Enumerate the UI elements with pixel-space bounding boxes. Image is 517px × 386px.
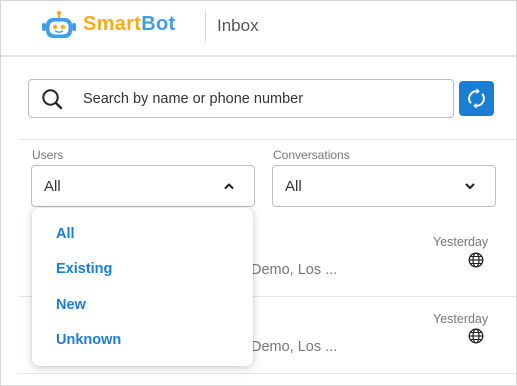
dropdown-option-unknown[interactable]: Unknown bbox=[56, 332, 121, 348]
inbox-window: SmartBot Inbox Users All Conversations A… bbox=[0, 0, 517, 386]
conversation-time: Yesterday bbox=[433, 235, 489, 249]
users-dropdown-menu: All Existing New Unknown bbox=[32, 208, 253, 366]
dropdown-option-new[interactable]: New bbox=[56, 297, 86, 313]
search-input[interactable] bbox=[83, 80, 443, 117]
conversations-filter-select[interactable]: All bbox=[272, 165, 496, 207]
dropdown-option-all[interactable]: All bbox=[56, 226, 75, 242]
conversations-filter-label: Conversations bbox=[273, 148, 350, 162]
brand-name-smart: Smart bbox=[83, 13, 142, 35]
conversations-filter-value: All bbox=[285, 178, 302, 195]
dropdown-option-existing[interactable]: Existing bbox=[56, 261, 112, 277]
search-box[interactable] bbox=[28, 79, 454, 118]
refresh-icon bbox=[468, 88, 485, 109]
row-divider bbox=[18, 373, 516, 374]
search-icon bbox=[42, 89, 63, 110]
chevron-up-icon bbox=[224, 183, 234, 189]
users-filter-value: All bbox=[44, 178, 61, 195]
conversation-snippet: Demo, Los ... bbox=[251, 262, 338, 278]
brand-name-bot: Bot bbox=[141, 13, 176, 35]
header-divider bbox=[205, 10, 206, 42]
globe-icon bbox=[468, 252, 484, 268]
conversation-time: Yesterday bbox=[433, 312, 489, 326]
robot-logo-icon bbox=[42, 10, 76, 38]
brand-name: SmartBot bbox=[83, 13, 175, 36]
users-filter-select[interactable]: All bbox=[31, 165, 255, 207]
divider bbox=[18, 139, 516, 140]
chevron-down-icon bbox=[465, 183, 475, 189]
conversation-snippet: Demo, Los ... bbox=[251, 339, 338, 355]
users-filter-label: Users bbox=[32, 148, 64, 162]
globe-icon bbox=[468, 328, 484, 344]
app-header: SmartBot Inbox bbox=[1, 1, 516, 57]
page-title: Inbox bbox=[217, 16, 259, 35]
refresh-button[interactable] bbox=[459, 81, 494, 116]
